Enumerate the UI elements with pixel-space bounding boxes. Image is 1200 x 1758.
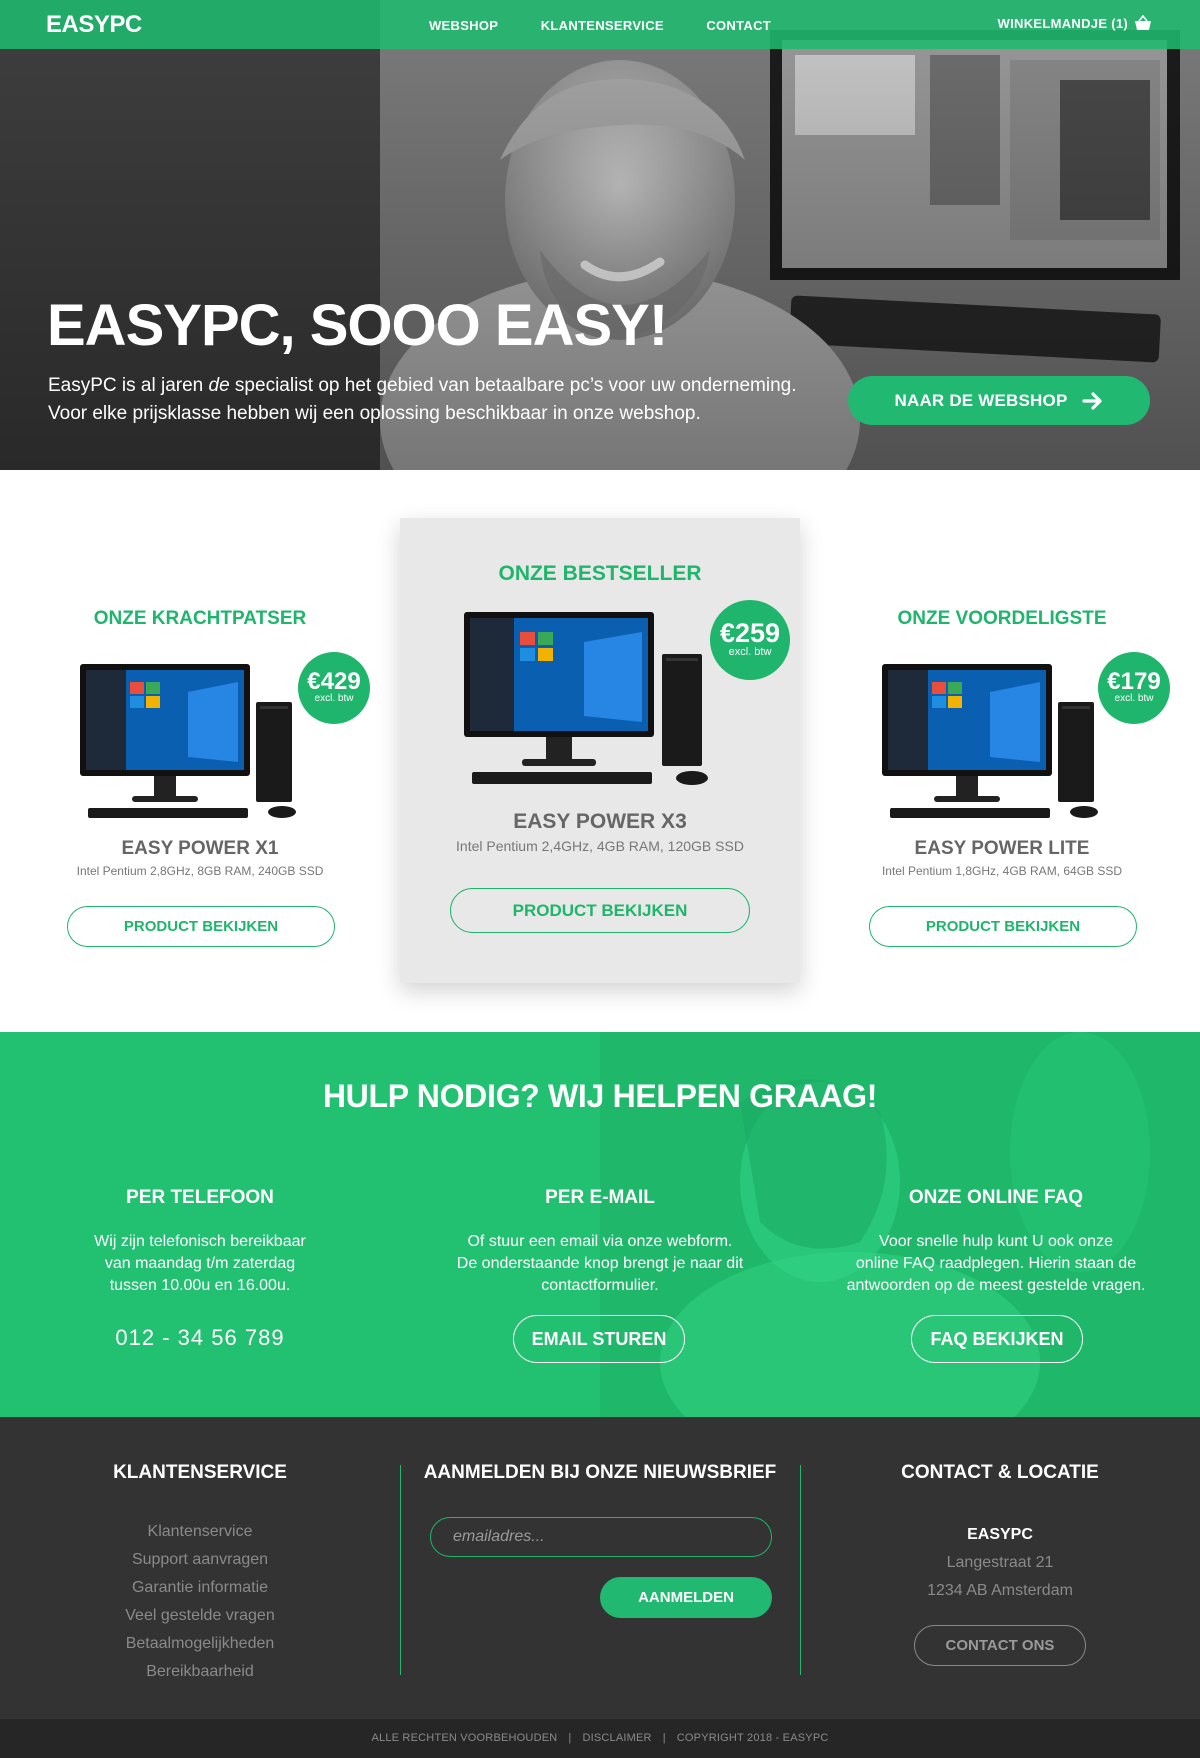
hero-text-emphasis: de [208,375,230,396]
footer-link[interactable]: Bereikbaarheid [50,1658,350,1686]
product-image [882,664,1098,818]
price-badge: €179 excl. btw [1098,652,1170,724]
basket-icon [1135,15,1151,30]
footer-contact-heading: CONTACT & LOCATIE [901,1462,1099,1483]
product-card: ONZE VOORDELIGSTE €179 excl. btw EASY PO… [862,510,1170,990]
nav-item-contact[interactable]: CONTACT [706,18,771,33]
help-email-heading: PER E-MAIL [545,1187,655,1208]
newsletter-email-input[interactable] [430,1517,772,1557]
price-amount: €429 [307,668,361,695]
product-spec: Intel Pentium 2,8GHz, 8GB RAM, 240GB SSD [76,864,324,878]
product-tag: ONZE BESTSELLER [498,562,702,585]
contact-address: EASYPC Langestraat 21 1234 AB Amsterdam [850,1521,1150,1605]
help-title: HULP NODIG? WIJ HELPEN GRAAG! [322,1078,878,1114]
footer-link[interactable]: Garantie informatie [50,1574,350,1602]
help-email-line: contactformulier. [541,1277,659,1294]
products-section: ONZE KRACHTPATSER €429 excl. btw EASY PO… [0,470,1200,1032]
price-badge: €259 excl. btw [710,600,790,680]
footer: KLANTENSERVICE Klantenservice Support aa… [0,1417,1200,1719]
footer-newsletter-column: AANMELDEN BIJ ONZE NIEUWSBRIEF [410,1462,790,1484]
help-phone-heading: PER TELEFOON [126,1187,274,1208]
webshop-cta-label: NAAR DE WEBSHOP [894,390,1068,410]
view-faq-button[interactable]: FAQ BEKIJKEN [911,1315,1083,1363]
help-email-text: Of stuur een email via onze webform. De … [420,1231,780,1297]
help-section: HULP NODIG? WIJ HELPEN GRAAG! PER TELEFO… [0,1032,1200,1417]
hero-description: EasyPC is al jaren de specialist op het … [48,372,848,428]
help-phone-line: van maandag t/m zaterdag [104,1255,296,1272]
help-faq-line: antwoorden op de meest gestelde vragen. [846,1277,1146,1294]
help-phone-line: Wij zijn telefonisch bereikbaar [94,1233,306,1250]
top-navigation: EASYPC WEBSHOP KLANTENSERVICE CONTACT WI… [0,0,1200,49]
contact-us-button[interactable]: CONTACT ONS [914,1625,1086,1666]
product-spec: Intel Pentium 2,4GHz, 4GB RAM, 120GB SSD [456,838,744,854]
view-product-button[interactable]: PRODUCT BEKIJKEN [869,906,1137,947]
webshop-cta-button[interactable]: NAAR DE WEBSHOP [848,376,1150,425]
product-name: EASY POWER X1 [121,838,279,859]
footer-link[interactable]: Betaalmogelijkheden [50,1630,350,1658]
cart-link[interactable]: WINKELMANDJE (1) [998,15,1152,31]
help-phone-column: PER TELEFOON Wij zijn telefonisch bereik… [20,1187,380,1351]
price-amount: €179 [1107,668,1161,695]
hero-title: EASYPC, SOOO EASY! [47,293,668,358]
help-faq-line: Voor snelle hulp kunt U ook onze [879,1233,1113,1250]
hero-section: EASYPC, SOOO EASY! EasyPC is al jaren de… [0,0,1200,470]
footer-service-heading: KLANTENSERVICE [113,1462,287,1483]
help-email-line: De onderstaande knop brengt je naar dit [456,1255,744,1272]
help-faq-heading: ONZE ONLINE FAQ [908,1187,1084,1208]
product-card-featured: ONZE BESTSELLER €259 excl. btw EASY POWE… [400,518,800,983]
price-amount: €259 [719,618,781,648]
footer-divider [400,1465,401,1675]
copyright-text: COPYRIGHT 2018 - EASYPC [676,1732,829,1744]
hero-text-part: EasyPC is al jaren [48,375,209,396]
footer-link[interactable]: Support aanvragen [50,1546,350,1574]
send-email-button[interactable]: EMAIL STUREN [513,1315,685,1363]
product-tag: ONZE KRACHTPATSER [93,608,307,629]
arrow-right-icon [1081,391,1102,410]
help-phone-line: tussen 10.00u en 16.00u. [109,1277,291,1294]
view-product-button[interactable]: PRODUCT BEKIJKEN [67,906,335,947]
help-email-column: PER E-MAIL Of stuur een email via onze w… [420,1187,780,1297]
help-faq-line: online FAQ raadplegen. Hierin staan de [855,1255,1137,1272]
help-faq-column: ONZE ONLINE FAQ Voor snelle hulp kunt U … [816,1187,1176,1297]
street-address: Langestraat 21 [946,1554,1054,1571]
footer-divider [800,1465,801,1675]
company-name: EASYPC [967,1526,1033,1543]
product-tag: ONZE VOORDELIGSTE [897,608,1107,629]
footer-link[interactable]: Klantenservice [50,1518,350,1546]
product-card: ONZE KRACHTPATSER €429 excl. btw EASY PO… [60,510,370,990]
subscribe-button[interactable]: AANMELDEN [600,1577,772,1618]
disclaimer-link[interactable]: DISCLAIMER [582,1732,651,1744]
product-image [464,612,708,785]
hero-text-part: specialist op het gebied van betaalbare … [229,375,797,396]
phone-number[interactable]: 012 - 34 56 789 [20,1325,380,1351]
footer-newsletter-heading: AANMELDEN BIJ ONZE NIEUWSBRIEF [423,1462,777,1483]
footer-link[interactable]: Veel gestelde vragen [50,1602,350,1630]
product-spec: Intel Pentium 1,8GHz, 4GB RAM, 64GB SSD [881,864,1123,878]
city-address: 1234 AB Amsterdam [927,1582,1073,1599]
product-name: EASY POWER LITE [914,838,1090,859]
bottom-bar: ALLE RECHTEN VOORBEHOUDEN | DISCLAIMER | COP… [0,1719,1200,1758]
help-faq-text: Voor snelle hulp kunt U ook onze online … [816,1231,1176,1297]
nav-item-webshop[interactable]: WEBSHOP [429,18,498,33]
cart-label: WINKELMANDJE (1) [997,15,1128,31]
view-product-button[interactable]: PRODUCT BEKIJKEN [450,888,750,933]
help-email-line: Of stuur een email via onze webform. [467,1233,733,1250]
nav-item-klantenservice[interactable]: KLANTENSERVICE [541,18,664,33]
product-image [80,664,296,818]
footer-contact-column: CONTACT & LOCATIE [850,1462,1150,1484]
help-phone-text: Wij zijn telefonisch bereikbaar van maan… [20,1231,380,1297]
hero-text-line: Voor elke prijsklasse hebben wij een opl… [48,403,701,424]
price-badge: €429 excl. btw [298,652,370,724]
footer-service-links: Klantenservice Support aanvragen Garanti… [50,1518,350,1686]
footer-service-column: KLANTENSERVICE Klantenservice Support aa… [50,1462,350,1686]
product-name: EASY POWER X3 [513,810,687,833]
rights-text: ALLE RECHTEN VOORBEHOUDEN [371,1732,558,1744]
